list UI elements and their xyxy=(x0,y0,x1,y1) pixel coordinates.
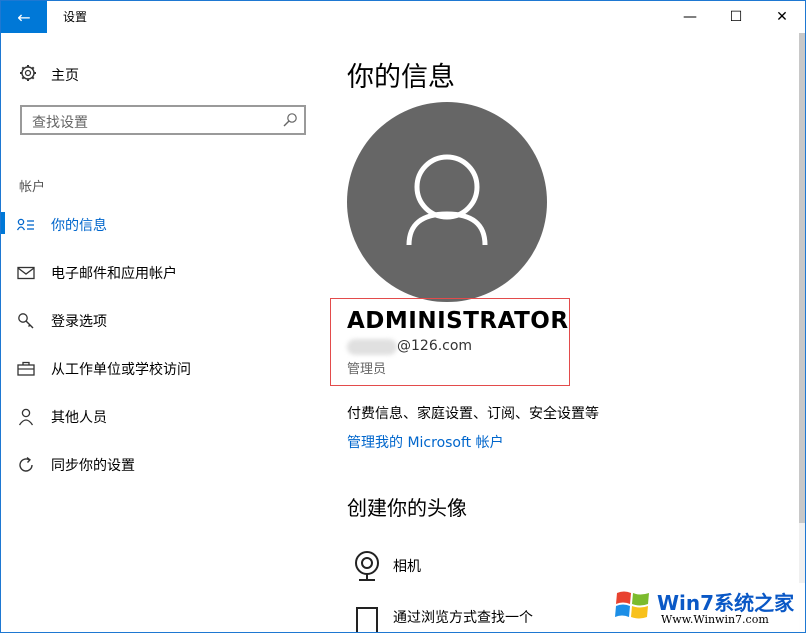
windows-logo-icon xyxy=(613,585,653,625)
manage-microsoft-account-link[interactable]: 管理我的 Microsoft 帐户 xyxy=(347,432,504,452)
watermark-url: Www.Winwin7.com xyxy=(661,613,769,626)
avatar xyxy=(347,102,547,302)
sidebar-item-other-people[interactable]: 其他人员 xyxy=(1,397,321,437)
billing-info-text: 付费信息、家庭设置、订阅、安全设置等 xyxy=(347,406,599,422)
home-label: 主页 xyxy=(51,68,79,84)
sidebar-item-label: 你的信息 xyxy=(51,218,107,234)
person-silhouette-icon xyxy=(406,154,488,246)
sidebar-item-email[interactable]: 电子邮件和应用帐户 xyxy=(1,253,321,293)
briefcase-icon xyxy=(1,361,51,377)
browse-label: 通过浏览方式查找一个 xyxy=(393,610,533,626)
minimize-icon: — xyxy=(683,9,697,25)
watermark: Win7系统之家 Www.Winwin7.com xyxy=(609,583,805,632)
maximize-button[interactable]: ☐ xyxy=(713,1,759,33)
search-placeholder: 查找设置 xyxy=(32,115,88,131)
email-redaction xyxy=(347,339,397,355)
home-nav[interactable]: 主页 xyxy=(19,63,79,87)
mail-icon xyxy=(1,266,51,280)
browse-option[interactable]: 通过浏览方式查找一个 xyxy=(347,597,533,632)
close-icon: ✕ xyxy=(776,9,788,25)
close-button[interactable]: ✕ xyxy=(759,1,805,33)
user-info-icon xyxy=(1,218,51,232)
settings-window: ← 设置 — ☐ ✕ 主页 查找设置 帐户 你的信息 电子邮件和应用帐户 登录选… xyxy=(0,0,806,633)
camera-label: 相机 xyxy=(393,559,421,575)
key-icon xyxy=(1,312,51,330)
sidebar-item-label: 其他人员 xyxy=(51,410,107,426)
sidebar-item-sync[interactable]: 同步你的设置 xyxy=(1,445,321,485)
sidebar-item-work-school[interactable]: 从工作单位或学校访问 xyxy=(1,349,321,389)
user-name: ADMINISTRATOR xyxy=(347,308,569,334)
sidebar-item-label: 从工作单位或学校访问 xyxy=(51,362,191,378)
sidebar-item-sign-in[interactable]: 登录选项 xyxy=(1,301,321,341)
browse-icon xyxy=(347,597,387,632)
search-input[interactable]: 查找设置 xyxy=(20,105,306,135)
gear-icon xyxy=(19,64,41,86)
camera-option[interactable]: 相机 xyxy=(347,546,421,586)
create-avatar-heading: 创建你的头像 xyxy=(347,496,467,520)
search-icon[interactable] xyxy=(282,112,298,132)
title-bar: ← 设置 — ☐ ✕ xyxy=(1,1,805,33)
minimize-button[interactable]: — xyxy=(667,1,713,33)
sidebar-item-your-info[interactable]: 你的信息 xyxy=(1,205,321,245)
page-title: 你的信息 xyxy=(347,62,455,93)
back-button[interactable]: ← xyxy=(1,1,47,33)
watermark-title: Win7系统之家 xyxy=(657,591,795,615)
sidebar-item-label: 电子邮件和应用帐户 xyxy=(51,266,177,282)
user-email: @126.com xyxy=(397,338,473,354)
sidebar-item-label: 登录选项 xyxy=(51,314,107,330)
camera-icon xyxy=(347,546,387,586)
scrollbar[interactable] xyxy=(799,33,805,632)
window-title: 设置 xyxy=(63,10,88,24)
person-icon xyxy=(1,408,51,426)
sync-icon xyxy=(1,456,51,474)
scrollbar-thumb[interactable] xyxy=(799,33,805,523)
sidebar-item-label: 同步你的设置 xyxy=(51,458,135,474)
user-role: 管理员 xyxy=(347,362,387,377)
maximize-icon: ☐ xyxy=(729,9,743,25)
section-label-accounts: 帐户 xyxy=(19,180,46,195)
back-arrow-icon: ← xyxy=(17,7,31,27)
